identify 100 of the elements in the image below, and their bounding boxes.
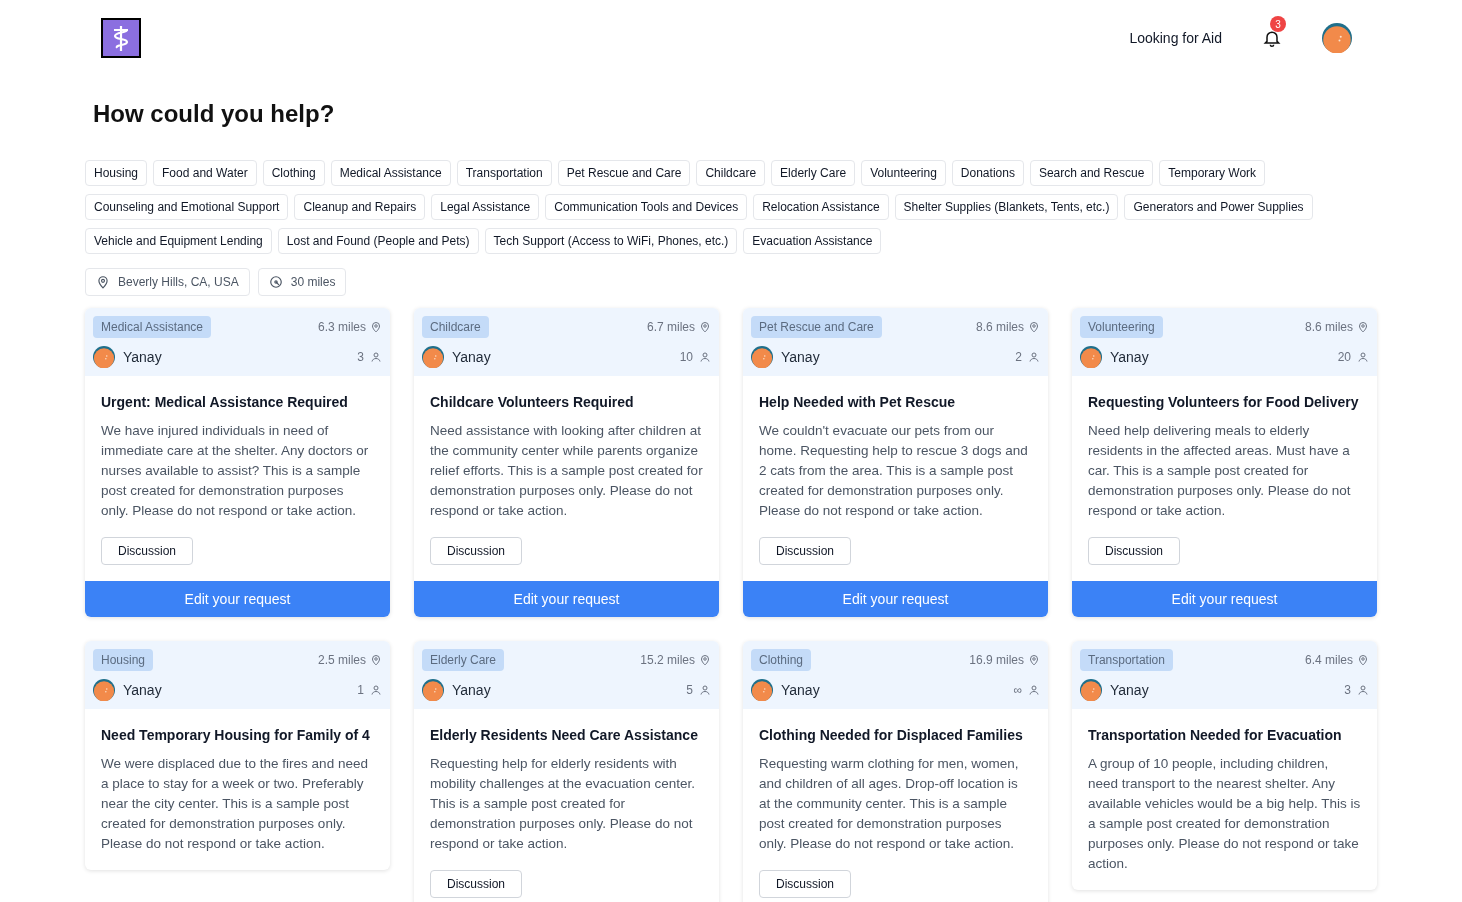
avatar: [1080, 346, 1102, 368]
volunteer-count: 2: [1015, 349, 1022, 366]
category-chip[interactable]: Vehicle and Equipment Lending: [85, 228, 272, 254]
avatar: [1080, 679, 1102, 701]
category-chip[interactable]: Communication Tools and Devices: [545, 194, 748, 220]
author-name: Yanay: [781, 347, 820, 367]
distance-text: 2.5 miles: [317, 652, 366, 669]
edit-request-button[interactable]: Edit your request: [1072, 581, 1377, 617]
discussion-button[interactable]: Discussion: [759, 870, 852, 898]
author-name: Yanay: [452, 680, 491, 700]
category-chip[interactable]: Transportation: [456, 160, 552, 186]
post-description: We couldn't evacuate our pets from our home. Requesting help to rescue 3 dogs and 2 cats from the area. This is a sample post created for demonstration purposes only. Please do not respond or take action.: [759, 422, 1029, 520]
category-tag: Volunteering: [1080, 316, 1163, 338]
category-chip[interactable]: Cleanup and Repairs: [294, 194, 426, 220]
post-description: Requesting help for elderly residents with mobility challenges at the evacuation center. This is a sample post created for demonstration purposes only. Please do not respond or take action.: [430, 755, 696, 853]
location-pin-icon: [1028, 654, 1040, 666]
post-title: Help Needed with Pet Rescue: [759, 393, 957, 412]
volunteer-count: 3: [357, 349, 364, 366]
distance-text: 15.2 miles: [640, 652, 695, 669]
post-description: A group of 10 people, including children, need transport to the nearest shelter. Any available vehicles would be a big help. This is a sample post created for demonstration purposes only. Please do not respond or take action.: [1088, 755, 1361, 873]
distance-text: 6.3 miles: [317, 319, 366, 336]
discussion-button[interactable]: Discussion: [101, 537, 194, 565]
category-tag: Pet Rescue and Care: [751, 316, 882, 338]
location-pin-icon: [370, 654, 382, 666]
post-title: Need Temporary Housing for Family of 4: [101, 726, 371, 745]
avatar: [1322, 23, 1352, 53]
post-title: Transportation Needed for Evacuation: [1088, 726, 1343, 745]
category-chip[interactable]: Volunteering: [861, 160, 946, 186]
discussion-button[interactable]: Discussion: [430, 870, 523, 898]
avatar: [93, 346, 115, 368]
edit-request-button[interactable]: Edit your request: [414, 581, 719, 617]
category-tag: Childcare: [422, 316, 489, 338]
category-chip[interactable]: Elderly Care: [771, 160, 856, 186]
author-name: Yanay: [1110, 347, 1149, 367]
post-title: Requesting Volunteers for Food Delivery: [1088, 393, 1360, 412]
category-chip[interactable]: Tech Support (Access to WiFi, Phones, etc.): [484, 228, 738, 254]
post-description: Need help delivering meals to elderly residents in the affected areas. Must have a car. This is a sample post created for demonstration purposes only. Please do not respond or take action.: [1088, 422, 1352, 520]
category-chip[interactable]: Counseling and Emotional Support: [85, 194, 289, 220]
post-title: Elderly Residents Need Care Assistance: [430, 726, 699, 745]
category-chip[interactable]: Search and Rescue: [1029, 160, 1154, 186]
category-chip[interactable]: Medical Assistance: [330, 160, 451, 186]
author-name: Yanay: [781, 680, 820, 700]
person-icon: [370, 684, 382, 696]
nav-link[interactable]: Looking for Aid: [1129, 27, 1222, 49]
distance-text: 6.4 miles: [1304, 652, 1353, 669]
person-icon: [1028, 351, 1040, 363]
category-chip[interactable]: Evacuation Assistance: [743, 228, 882, 254]
edit-request-button[interactable]: Edit your request: [743, 581, 1048, 617]
category-chip[interactable]: Relocation Assistance: [753, 194, 889, 220]
location-pin-icon: [699, 321, 711, 333]
post-description: We were displaced due to the fires and need a place to stay for a week or two. Preferably near the city center. This is a sample post created for demonstration purposes only. Please do not respond or take action.: [101, 755, 369, 853]
avatar: [422, 679, 444, 701]
author-name: Yanay: [1110, 680, 1149, 700]
volunteer-count: 3: [1344, 682, 1351, 699]
author-name: Yanay: [452, 347, 491, 367]
discussion-button[interactable]: Discussion: [759, 537, 852, 565]
volunteer-count: 10: [679, 349, 693, 366]
bell-icon[interactable]: [1262, 28, 1282, 48]
category-chip[interactable]: Donations: [951, 160, 1024, 186]
category-tag: Clothing: [751, 649, 812, 671]
category-chip[interactable]: Generators and Power Supplies: [1124, 194, 1313, 220]
category-chip[interactable]: Clothing: [262, 160, 325, 186]
post-title: Urgent: Medical Assistance Required: [101, 393, 349, 412]
avatar: [751, 346, 773, 368]
post-description: Requesting warm clothing for men, women, and children of all ages. Drop-off location is at the community center. This is a sample post created for demonstration purposes only. Please do not respond or take action.: [759, 755, 1020, 853]
category-chip[interactable]: Shelter Supplies (Blankets, Tents, etc.): [894, 194, 1119, 220]
location-pin-icon: [1357, 654, 1369, 666]
edit-request-button[interactable]: Edit your request: [85, 581, 390, 617]
volunteer-count: 5: [686, 682, 693, 699]
category-chip[interactable]: Legal Assistance: [431, 194, 540, 220]
author-name: Yanay: [123, 680, 162, 700]
discussion-button[interactable]: Discussion: [1088, 537, 1181, 565]
person-icon: [1357, 351, 1369, 363]
location-pin-icon: [96, 275, 110, 289]
avatar: [422, 346, 444, 368]
discussion-button[interactable]: Discussion: [430, 537, 523, 565]
person-icon: [370, 351, 382, 363]
category-tag: Elderly Care: [422, 649, 505, 671]
category-tag: Transportation: [1080, 649, 1173, 671]
category-chip[interactable]: Pet Rescue and Care: [557, 160, 691, 186]
distance-text: 8.6 miles: [1304, 319, 1353, 336]
category-tag: Housing: [93, 649, 154, 671]
category-chip[interactable]: Childcare: [696, 160, 766, 186]
post-description: We have injured individuals in need of immediate care at the shelter. Any doctors or nurses available to assist? This is a sample post created for demonstration purposes only. Please do not respond or take action.: [101, 422, 370, 520]
post-description: Need assistance with looking after children at the community center while parents organize relief efforts. This is a sample post created for demonstration purposes only. Please do not respond or take action.: [430, 422, 703, 520]
category-chip[interactable]: Temporary Work: [1159, 160, 1266, 186]
location-filter[interactable]: Beverly Hills, CA, USA: [85, 268, 250, 296]
radius-icon: [268, 275, 283, 289]
location-pin-icon: [370, 321, 382, 333]
person-icon: [699, 684, 711, 696]
notification-badge: 3: [1270, 16, 1286, 32]
avatar: [93, 679, 115, 701]
volunteer-count: ∞: [1013, 682, 1022, 699]
person-icon: [699, 351, 711, 363]
category-chip[interactable]: Lost and Found (People and Pets): [277, 228, 479, 254]
logo[interactable]: [101, 18, 141, 58]
radius-filter[interactable]: 30 miles: [257, 268, 347, 296]
post-title: Clothing Needed for Displaced Families: [759, 726, 1024, 745]
category-chip[interactable]: Food and Water: [153, 160, 257, 186]
category-chip[interactable]: Housing: [85, 160, 148, 186]
